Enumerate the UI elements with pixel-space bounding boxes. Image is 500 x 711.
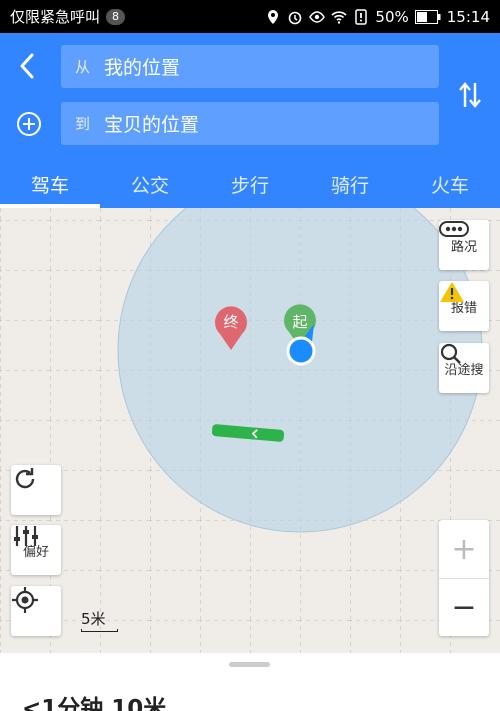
origin-field[interactable]: 从 我的位置: [61, 45, 439, 88]
route-summary: <1分钟 10米: [22, 696, 167, 711]
wifi-icon: [331, 10, 347, 24]
tab-walk[interactable]: 步行: [200, 168, 300, 208]
search-along-route-button[interactable]: 沿途搜: [439, 343, 489, 393]
notification-badge: 8: [106, 8, 126, 25]
crosshair-icon: [12, 587, 38, 613]
origin-value: 我的位置: [104, 57, 181, 79]
back-button[interactable]: [12, 51, 42, 81]
origin-prefix: 从: [75, 58, 91, 76]
tab-bike[interactable]: 骑行: [300, 168, 400, 208]
traffic-button[interactable]: 路况: [439, 220, 489, 270]
traffic-label: 路况: [450, 239, 477, 255]
add-waypoint-button[interactable]: [14, 109, 44, 139]
status-emergency-text: 仅限紧急呼叫: [10, 8, 101, 26]
battery-percent: 50%: [375, 7, 409, 26]
eye-icon: [309, 10, 326, 23]
location-icon: [268, 9, 279, 24]
preferences-button[interactable]: 偏好: [11, 525, 61, 575]
zoom-controls: + −: [439, 520, 489, 636]
destination-value: 宝贝的位置: [104, 114, 200, 136]
sheet-drag-handle[interactable]: [229, 662, 270, 667]
refresh-button[interactable]: [11, 465, 61, 515]
tab-transit[interactable]: 公交: [100, 168, 200, 208]
swap-arrows-icon: [459, 82, 481, 108]
sliders-icon: [14, 526, 38, 546]
zoom-out-button[interactable]: −: [439, 578, 489, 636]
tab-drive[interactable]: 驾车: [0, 168, 100, 208]
search-icon: [440, 343, 461, 364]
chevron-left-icon: [20, 53, 34, 79]
map-view[interactable]: 终 起 路况 报错 沿途搜 偏好 + − 5米: [0, 208, 500, 653]
plus-circle-icon: [17, 112, 41, 136]
map-canvas: 终 起: [0, 208, 500, 653]
alarm-icon: [289, 11, 302, 24]
destination-prefix: 到: [75, 115, 91, 133]
sim-alert-icon: [355, 8, 368, 25]
clock: 15:14: [446, 7, 490, 26]
tab-train[interactable]: 火车: [400, 168, 500, 208]
warning-icon: [440, 282, 464, 302]
swap-button[interactable]: [456, 79, 484, 111]
travel-mode-tabs: 驾车 公交 步行 骑行 火车: [0, 168, 500, 208]
start-marker-label: 起: [292, 313, 307, 331]
traffic-icon: [439, 221, 469, 237]
route-header: 从 我的位置 到 宝贝的位置 驾车 公交 步行 骑行 火车: [0, 33, 500, 208]
scale-bar: [81, 629, 118, 632]
scale-label: 5米: [81, 610, 106, 628]
locate-me-button[interactable]: [11, 586, 61, 636]
route-summary-sheet[interactable]: <1分钟 10米: [0, 653, 500, 711]
destination-field[interactable]: 到 宝贝的位置: [61, 102, 439, 145]
zoom-in-button[interactable]: +: [439, 520, 489, 578]
status-bar: 仅限紧急呼叫 8 50% 15:14: [0, 0, 500, 33]
refresh-icon: [15, 468, 35, 489]
report-error-button[interactable]: 报错: [439, 281, 489, 331]
battery-icon: [414, 9, 441, 24]
end-marker-label: 终: [223, 313, 238, 331]
